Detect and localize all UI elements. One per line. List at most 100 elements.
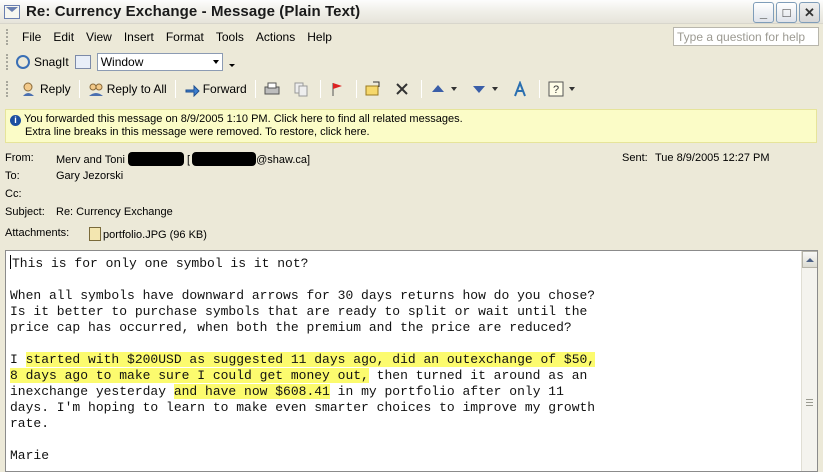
info-forwarded-text[interactable]: You forwarded this message on 8/9/2005 1…: [24, 113, 463, 125]
attachment-portfolio[interactable]: portfolio.JPG (96 KB): [89, 227, 207, 241]
scrollbar-grip-icon[interactable]: [806, 399, 813, 406]
move-to-folder-button[interactable]: [360, 78, 389, 100]
help-button[interactable]: ?: [543, 78, 584, 100]
highlighted-text: started with $200USD as suggested 11 day…: [25, 352, 596, 367]
toolbar-separator: [254, 80, 256, 98]
action-toolbar: Reply Reply to All Forward ?: [0, 76, 823, 102]
info-bar[interactable]: i You forwarded this message on 8/9/2005 …: [5, 109, 817, 143]
toolbar-separator: [355, 80, 357, 98]
subject-label: Subject:: [5, 206, 45, 218]
forward-label: Forward: [202, 82, 247, 96]
capture-mode-value: Window: [100, 55, 144, 69]
follow-up-flag-button[interactable]: [324, 78, 353, 100]
menu-bar: File Edit View Insert Format Tools Actio…: [0, 25, 823, 49]
toolbar-grip[interactable]: [6, 54, 9, 70]
scroll-up-icon: [806, 257, 814, 262]
menu-help[interactable]: Help: [301, 30, 338, 44]
menu-file[interactable]: File: [16, 30, 47, 44]
menu-insert[interactable]: Insert: [118, 30, 160, 44]
menu-view[interactable]: View: [80, 30, 118, 44]
down-arrow-icon: [471, 81, 487, 97]
snagit-button[interactable]: SnagIt: [34, 55, 69, 69]
sent-label: Sent:: [622, 152, 648, 164]
vertical-scrollbar[interactable]: [801, 251, 817, 471]
copy-button[interactable]: [288, 78, 317, 100]
reply-icon: [21, 81, 37, 97]
menu-edit[interactable]: Edit: [47, 30, 80, 44]
message-line: days. I'm hoping to learn to make even s…: [10, 400, 596, 415]
from-label: From:: [5, 152, 34, 164]
move-folder-icon: [365, 81, 381, 97]
minimize-button[interactable]: _: [753, 2, 774, 23]
menu-actions[interactable]: Actions: [250, 30, 301, 44]
message-line: rate.: [10, 416, 50, 431]
sent-value: Tue 8/9/2005 12:27 PM: [655, 152, 770, 164]
from-domain: @shaw.ca]: [256, 154, 311, 166]
svg-text:?: ?: [553, 84, 559, 96]
message-line: When all symbols have downward arrows fo…: [10, 288, 596, 303]
text-caret: [10, 255, 11, 269]
toolbar-separator: [78, 80, 80, 98]
image-file-icon: [89, 227, 101, 241]
message-body[interactable]: This is for only one symbol is it not? W…: [5, 250, 818, 472]
window-title: Re: Currency Exchange - Message (Plain T…: [26, 3, 361, 20]
message-line: then turned it around as an: [368, 368, 588, 383]
message-envelope-icon: [4, 4, 20, 19]
up-arrow-icon: [430, 81, 446, 97]
snagit-icon[interactable]: [16, 55, 30, 69]
message-line: price cap has occurred, when both the pr…: [10, 320, 572, 335]
redacted-surname: [127, 152, 184, 166]
forward-button[interactable]: Forward: [179, 78, 252, 100]
reply-all-icon: [88, 81, 104, 97]
maximize-button[interactable]: □: [776, 2, 797, 23]
delete-button[interactable]: [389, 78, 418, 100]
window-controls: _ □ ✕: [753, 2, 820, 23]
subject-value: Re: Currency Exchange: [56, 206, 173, 218]
info-icon: i: [10, 115, 21, 126]
copy-icon: [293, 81, 309, 97]
message-line: in my portfolio after only 11: [329, 384, 564, 399]
next-dropdown-icon[interactable]: [491, 87, 498, 91]
help-question-icon: ?: [548, 81, 564, 97]
help-dropdown-icon[interactable]: [568, 87, 575, 91]
attachment-name: portfolio.JPG (96 KB): [103, 229, 207, 241]
scroll-up-button[interactable]: [802, 251, 817, 268]
font-size-button[interactable]: [507, 78, 536, 100]
reply-all-label: Reply to All: [106, 82, 167, 96]
toolbar-separator: [174, 80, 176, 98]
message-line: I: [10, 352, 26, 367]
font-size-icon: [512, 80, 528, 97]
reply-label: Reply: [40, 82, 71, 96]
next-item-button[interactable]: [466, 78, 507, 100]
toolbar-grip[interactable]: [6, 81, 9, 97]
toolbar-options-icon[interactable]: [228, 63, 235, 67]
previous-item-button[interactable]: [425, 78, 466, 100]
menu-tools[interactable]: Tools: [210, 30, 250, 44]
message-text[interactable]: This is for only one symbol is it not? W…: [10, 255, 795, 464]
from-field[interactable]: Merv and Toni [ @shaw.ca]: [56, 152, 310, 166]
reply-button[interactable]: Reply: [16, 78, 76, 100]
reply-all-button[interactable]: Reply to All: [83, 78, 172, 100]
attachments-label: Attachments:: [5, 227, 70, 239]
to-label: To:: [5, 170, 20, 182]
capture-settings-icon[interactable]: [74, 55, 91, 69]
toolbar-grip[interactable]: [6, 29, 9, 45]
from-bracket: [: [187, 154, 191, 166]
print-button[interactable]: [259, 78, 288, 100]
to-field[interactable]: Gary Jezorski: [56, 170, 123, 182]
toolbar-separator: [538, 80, 540, 98]
close-button[interactable]: ✕: [799, 2, 820, 23]
message-line: Is it better to purchase symbols that ar…: [10, 304, 588, 319]
cc-label: Cc:: [5, 188, 22, 200]
redacted-email: [192, 152, 257, 166]
dropdown-arrow-icon[interactable]: [212, 60, 219, 64]
capture-mode-select[interactable]: Window: [96, 53, 223, 71]
from-name: Merv and Toni: [56, 154, 125, 166]
help-search-input[interactable]: Type a question for help: [673, 27, 819, 46]
printer-icon: [264, 81, 280, 97]
signature: Marie: [10, 448, 50, 463]
previous-dropdown-icon[interactable]: [450, 87, 457, 91]
menu-format[interactable]: Format: [160, 30, 210, 44]
info-line-breaks-text[interactable]: Extra line breaks in this message were r…: [10, 126, 816, 139]
toolbar-separator: [319, 80, 321, 98]
